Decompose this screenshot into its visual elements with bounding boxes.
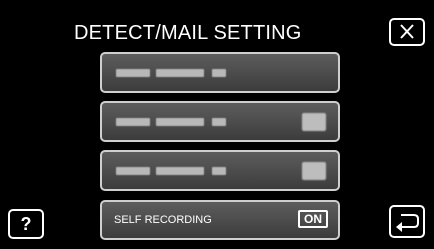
back-button[interactable] bbox=[389, 205, 425, 238]
blurred-status-badge bbox=[302, 162, 326, 180]
self-recording-label: SELF RECORDING bbox=[114, 214, 212, 226]
self-recording-button[interactable]: SELF RECORDING ON bbox=[100, 200, 340, 240]
close-icon bbox=[400, 24, 414, 39]
close-button[interactable] bbox=[389, 18, 425, 46]
return-arrow-icon bbox=[396, 214, 419, 232]
menu-item-1[interactable] bbox=[100, 52, 340, 93]
blurred-item-label bbox=[116, 118, 246, 126]
page-title: DETECT/MAIL SETTING bbox=[74, 22, 302, 44]
blurred-item-label bbox=[116, 69, 246, 77]
blurred-item-label bbox=[116, 167, 246, 175]
help-button[interactable]: ? bbox=[8, 209, 44, 239]
menu-item-2[interactable] bbox=[100, 101, 340, 142]
help-label: ? bbox=[20, 214, 32, 234]
status-badge: ON bbox=[298, 210, 328, 228]
blurred-status-badge bbox=[302, 113, 326, 131]
menu-item-3[interactable] bbox=[100, 150, 340, 191]
